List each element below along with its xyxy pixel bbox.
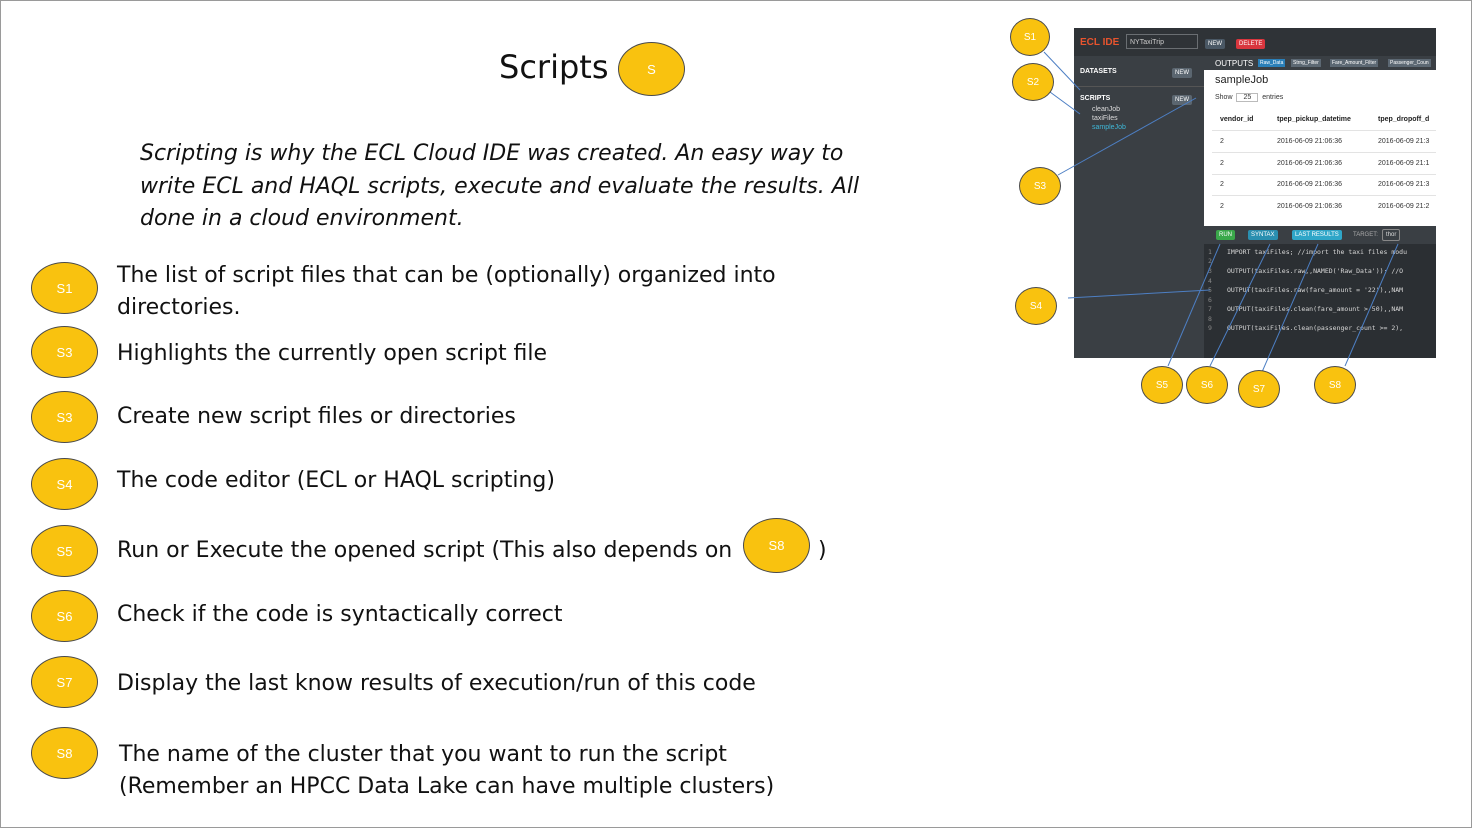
row-divider [1212, 152, 1436, 153]
code-line: IMPORT taxiFiles; //import the taxi file… [1227, 248, 1408, 256]
item-text-s4: The code editor (ECL or HAQL scripting) [117, 468, 555, 493]
line-number: 4 [1208, 277, 1212, 285]
new-script-button[interactable]: NEW [1172, 95, 1192, 105]
line-number: 2 [1208, 257, 1212, 265]
item-text-s5-label: Run or Execute the opened script (This a… [117, 538, 733, 563]
table-cell: 2 [1220, 160, 1224, 167]
row-divider [1212, 174, 1436, 175]
new-dataset-button[interactable]: NEW [1172, 68, 1192, 78]
ide-topbar: ECL IDE NYTaxiTrip NEW DELETE [1074, 28, 1436, 56]
table-cell: 2016-06-09 21:06:36 [1277, 138, 1342, 145]
item-text-s8: The name of the cluster that you want to… [119, 742, 775, 799]
code-line: OUTPUT(taxiFiles.raw(fare_amount = '22')… [1227, 286, 1404, 294]
callout-badge-s4: S4 [1015, 287, 1057, 325]
target-select[interactable]: thor [1382, 229, 1401, 241]
code-line: OUTPUT(taxiFiles.raw,,NAMED('Raw_Data'))… [1227, 267, 1404, 275]
ide-screenshot: ECL IDE NYTaxiTrip NEW DELETE DATASETS N… [1074, 28, 1436, 358]
delete-workspace-button[interactable]: DELETE [1236, 39, 1266, 49]
callout-badge-s3: S3 [1019, 167, 1061, 205]
datasets-label[interactable]: DATASETS [1080, 68, 1117, 75]
callout-badge-s1: S1 [1010, 18, 1050, 56]
code-line: OUTPUT(taxiFiles.clean(passenger_count >… [1227, 324, 1404, 332]
item-text-s1: The list of script files that can be (op… [117, 263, 776, 320]
title-badge: S [618, 42, 685, 96]
outputs-label: OUTPUTS [1215, 59, 1254, 68]
table-cell: 2016-06-09 21:06:36 [1277, 203, 1342, 210]
callout-badge-s7: S7 [1238, 370, 1280, 408]
syntax-button[interactable]: SYNTAX [1248, 230, 1278, 240]
item-text-s7: Display the last know results of executi… [117, 671, 756, 696]
line-number: 9 [1208, 324, 1212, 332]
line-number: 6 [1208, 296, 1212, 304]
editor-toolbar: RUN SYNTAX LAST RESULTS TARGET: thor [1204, 226, 1436, 244]
run-button[interactable]: RUN [1216, 230, 1235, 240]
last-results-button[interactable]: LAST RESULTS [1292, 230, 1342, 240]
ide-output-panel: OUTPUTS Raw_Data Strng_Filter Fare_Amoun… [1204, 56, 1436, 226]
show-select[interactable]: 25 [1236, 93, 1259, 102]
code-editor[interactable]: 1 IMPORT taxiFiles; //import the taxi fi… [1204, 244, 1436, 358]
new-workspace-button[interactable]: NEW [1205, 39, 1225, 49]
item-inline-badge-s8: S8 [743, 518, 810, 573]
item-badge-s8: S8 [31, 727, 98, 779]
callout-badge-s5: S5 [1141, 366, 1183, 404]
outputs-header: OUTPUTS Raw_Data Strng_Filter Fare_Amoun… [1204, 56, 1436, 70]
table-cell: 2016-06-09 21:06:36 [1277, 181, 1342, 188]
callout-badge-s6: S6 [1186, 366, 1228, 404]
item-badge-s6: S6 [31, 590, 98, 642]
table-cell: 2016-06-09 21:06:36 [1277, 160, 1342, 167]
scripts-label[interactable]: SCRIPTS [1080, 95, 1110, 102]
show-label: Show [1215, 94, 1233, 101]
item-badge-s5: S5 [31, 525, 98, 577]
script-file-samplejob-active[interactable]: sampleJob [1092, 124, 1126, 131]
table-cell: 2016-06-09 21:3 [1378, 181, 1430, 188]
line-number: 1 [1208, 248, 1212, 256]
column-header-vendor-id[interactable]: vendor_id [1220, 116, 1253, 123]
table-cell: 2 [1220, 138, 1224, 145]
output-tab-fare-amount-filter[interactable]: Fare_Amount_Filter [1330, 59, 1379, 67]
row-divider [1212, 195, 1436, 196]
table-cell: 2 [1220, 203, 1224, 210]
line-number: 7 [1208, 305, 1212, 313]
target-label: TARGET: [1353, 232, 1378, 238]
table-cell: 2 [1220, 181, 1224, 188]
workspace-select[interactable]: NYTaxiTrip [1126, 34, 1198, 49]
item-badge-s1: S1 [31, 262, 98, 314]
table-cell: 2016-06-09 21:3 [1378, 138, 1430, 145]
show-entries: Show 25 entries [1215, 93, 1284, 102]
table-cell: 2016-06-09 21:1 [1378, 160, 1430, 167]
item-badge-s4: S4 [31, 458, 98, 510]
sidebar-divider [1074, 86, 1204, 87]
item-text-s3: Create new script files or directories [117, 404, 516, 429]
item-badge-s7: S7 [31, 656, 98, 708]
entries-label: entries [1262, 94, 1284, 101]
item-text-s6: Check if the code is syntactically corre… [117, 602, 563, 627]
code-line: OUTPUT(taxiFiles.clean(fare_amount > 50)… [1227, 305, 1404, 313]
item-text-s5-suffix: ) [818, 538, 827, 563]
table-cell: 2016-06-09 21:2 [1378, 203, 1430, 210]
column-header-pickup[interactable]: tpep_pickup_datetime [1277, 116, 1351, 123]
item-text-s5: Run or Execute the opened script (This a… [117, 518, 857, 573]
output-tab-passenger-count[interactable]: Passenger_Coun [1388, 59, 1431, 67]
script-file-cleanjob[interactable]: cleanJob [1092, 106, 1120, 113]
job-name: sampleJob [1215, 74, 1269, 86]
line-number: 8 [1208, 315, 1212, 323]
item-text-s2: Highlights the currently open script fil… [117, 341, 548, 366]
item-badge-s2: S3 [31, 326, 98, 378]
column-header-dropoff[interactable]: tpep_dropoff_d [1378, 116, 1429, 123]
script-folder-taxifiles[interactable]: taxiFiles [1092, 115, 1118, 122]
line-number: 3 [1208, 267, 1212, 275]
intro-text: Scripting is why the ECL Cloud IDE was c… [140, 141, 860, 231]
ide-sidebar: DATASETS NEW SCRIPTS NEW cleanJob taxiFi… [1074, 56, 1204, 358]
callout-badge-s2: S2 [1012, 63, 1054, 101]
item-badge-s3: S3 [31, 391, 98, 443]
row-divider [1212, 130, 1436, 131]
callout-badge-s8: S8 [1314, 366, 1356, 404]
slide-title: Scripts [499, 48, 609, 86]
line-number: 5 [1208, 286, 1212, 294]
ide-brand: ECL IDE [1080, 37, 1120, 48]
output-tab-strng-filter[interactable]: Strng_Filter [1291, 59, 1321, 67]
output-tab-raw-data[interactable]: Raw_Data [1258, 59, 1286, 67]
